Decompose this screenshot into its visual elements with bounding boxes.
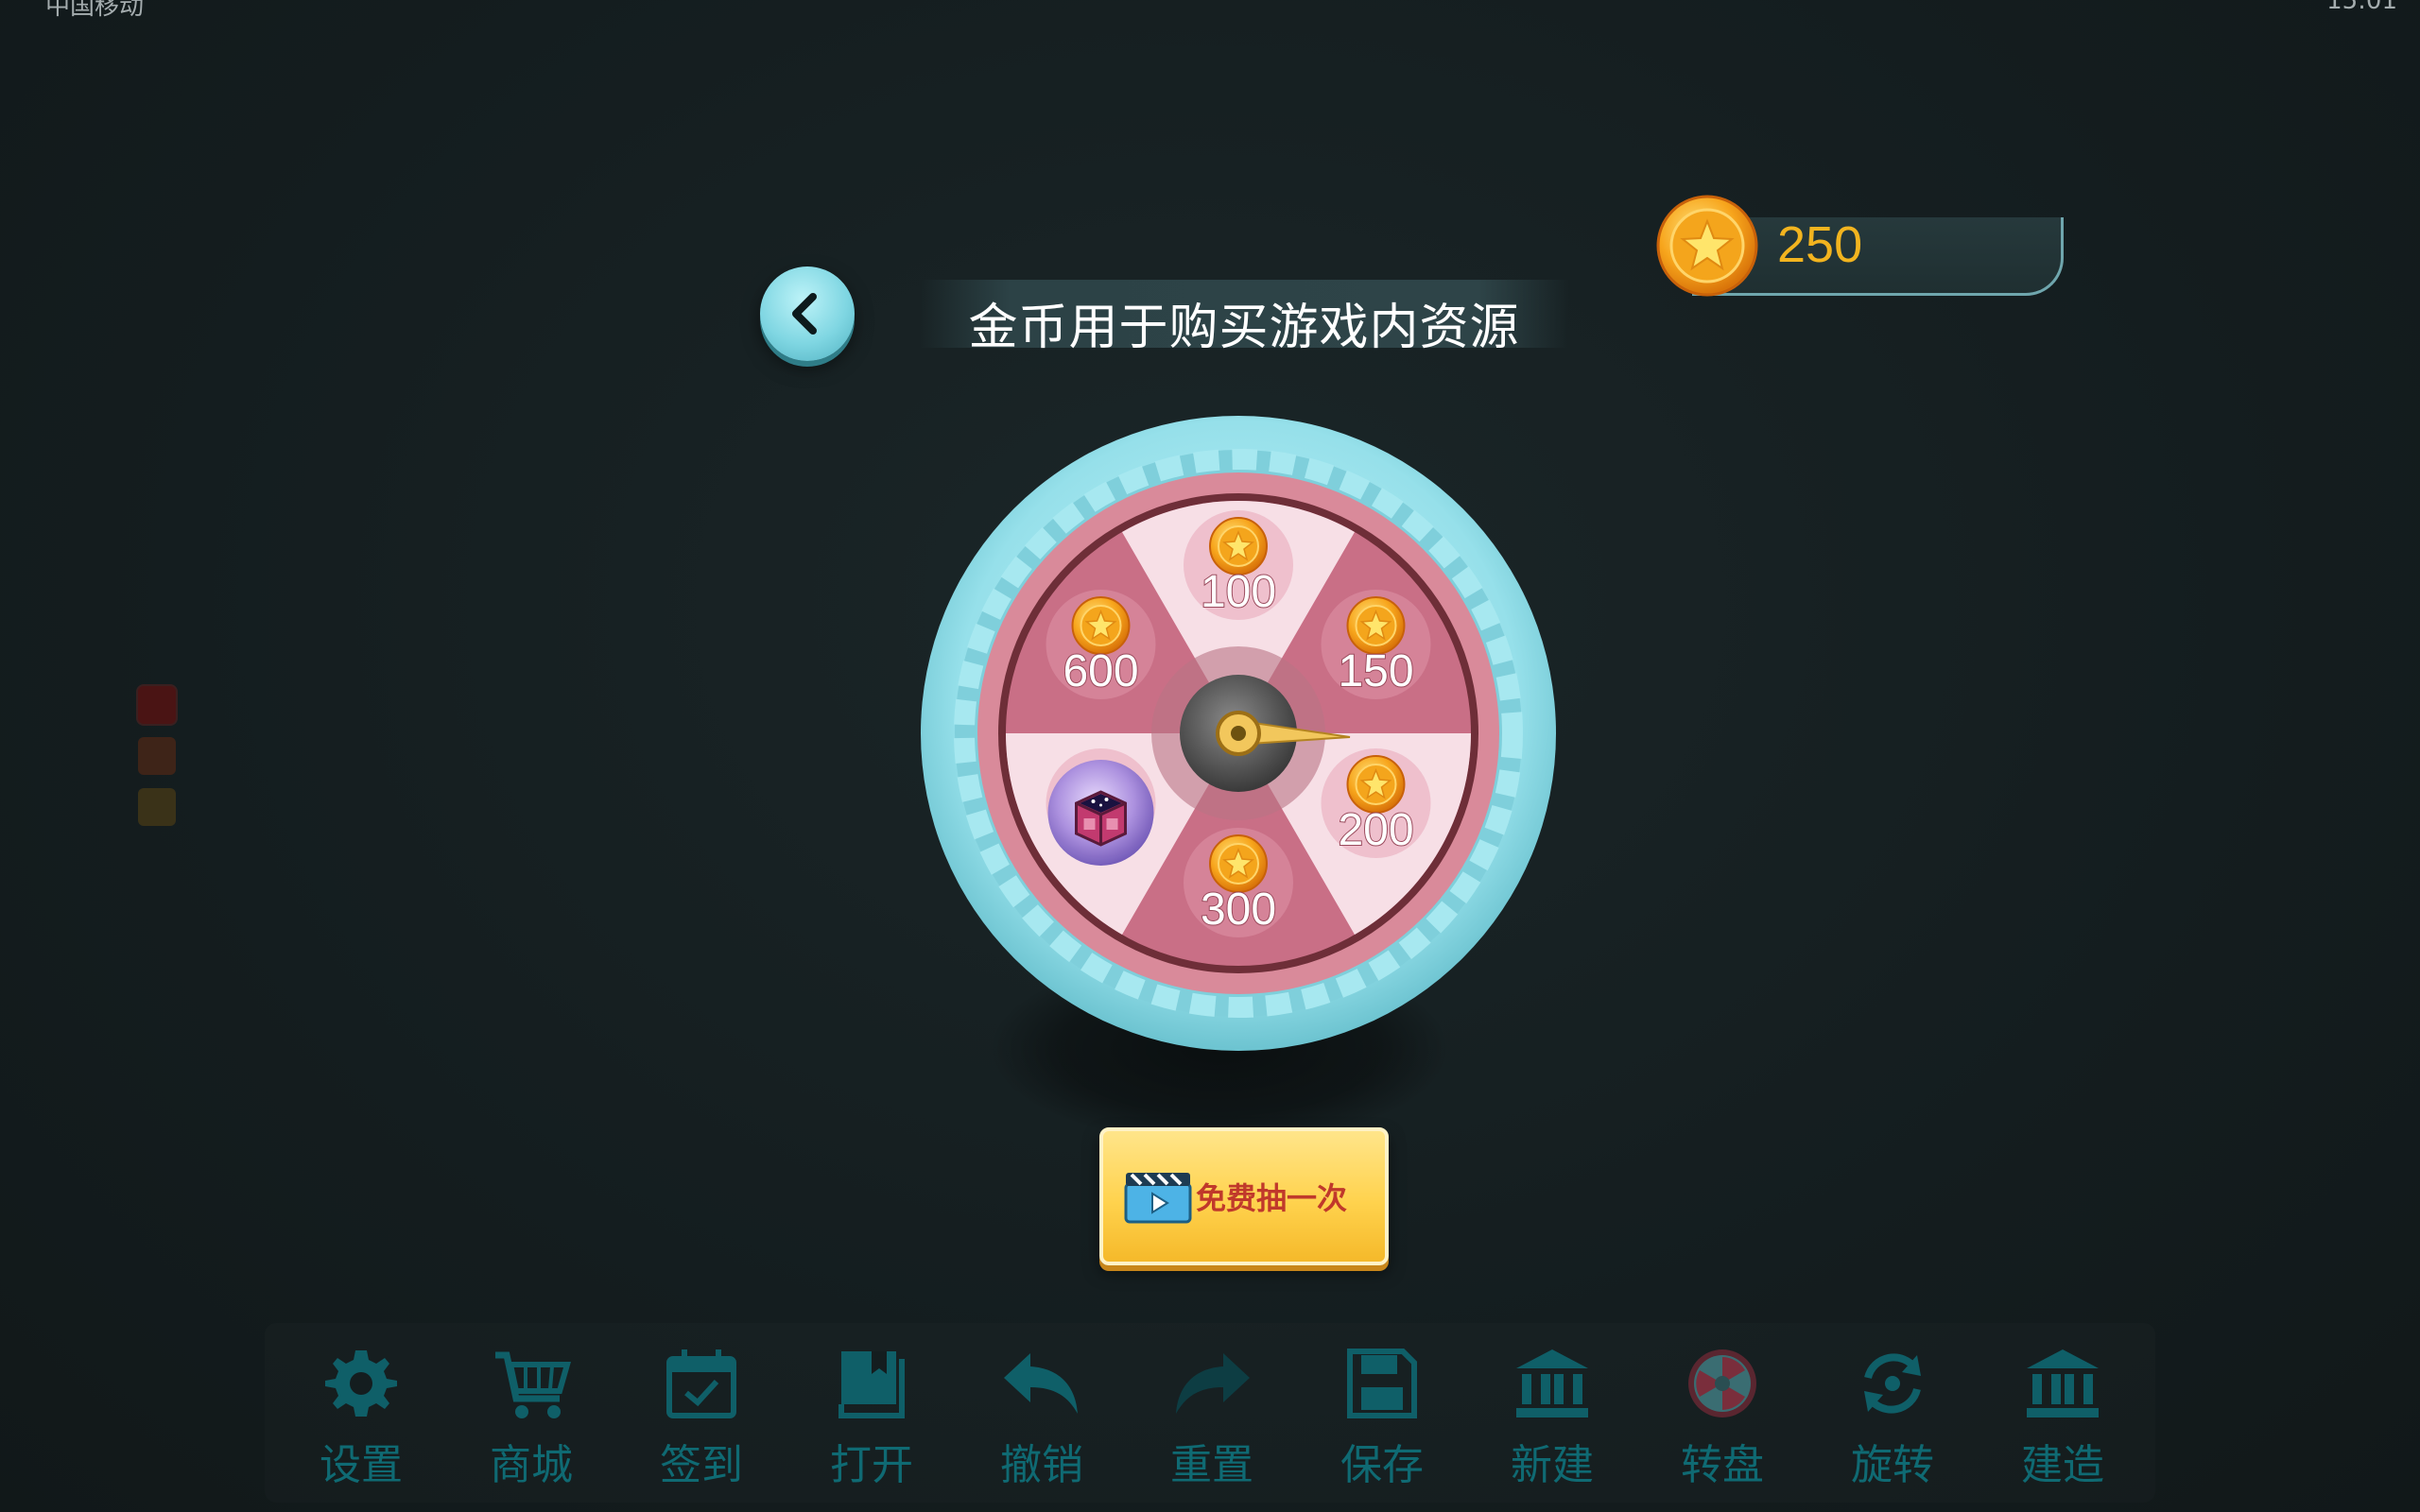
toolbar-item-label: 旋转 <box>1851 1441 1934 1489</box>
coin-balance: 250 <box>1777 216 1863 273</box>
status-bar: 中国移动 15:01 <box>0 0 2420 21</box>
wheel-segment-300: 300 <box>1184 828 1293 937</box>
rotate-icon <box>1822 1342 1963 1425</box>
toolbar-item-0[interactable]: 设置 <box>290 1342 432 1491</box>
title-banner: 金币用于购买游戏内资源 <box>919 280 1569 356</box>
coin-icon <box>1209 517 1268 576</box>
bank-icon <box>1992 1342 2134 1425</box>
toolbar-item-label: 签到 <box>660 1441 743 1489</box>
coin-icon <box>1346 596 1406 655</box>
toolbar-item-label: 打开 <box>830 1441 913 1489</box>
wheel-prize-value: 300 <box>1201 885 1276 935</box>
wheel-prize-value: 600 <box>1063 646 1138 696</box>
cart-icon <box>460 1342 602 1425</box>
prize-wheel[interactable]: 100 150 200 300 600 <box>917 412 1560 1055</box>
carrier-text: 中国移动 <box>45 0 145 21</box>
free-spin-button[interactable]: 免费抽一次 <box>1099 1127 1389 1265</box>
toolbar-item-label: 撤销 <box>1000 1441 1083 1489</box>
color-swatch-olive[interactable] <box>138 788 176 826</box>
wheel-segment-200: 200 <box>1321 748 1431 858</box>
toolbar-item-label: 建造 <box>2021 1441 2104 1489</box>
clock-text: 15:01 <box>2326 0 2397 15</box>
toolbar-item-label: 新建 <box>1511 1441 1594 1489</box>
wheel-prize-value: 200 <box>1338 805 1413 855</box>
toolbar-item-label: 保存 <box>1340 1441 1424 1489</box>
chevron-left-icon <box>792 293 817 335</box>
wheel-prize-value: 150 <box>1338 646 1413 696</box>
undo-icon <box>971 1342 1113 1425</box>
toolbar-item-5[interactable]: 重置 <box>1141 1342 1283 1491</box>
toolbar-item-7[interactable]: 新建 <box>1481 1342 1623 1491</box>
toolbar-item-2[interactable]: 签到 <box>631 1342 772 1491</box>
gift-box-icon <box>1047 760 1154 866</box>
toolbar-item-3[interactable]: 打开 <box>801 1342 942 1491</box>
page-title: 金币用于购买游戏内资源 <box>968 300 1520 356</box>
toolbar-item-10[interactable]: 建造 <box>1992 1342 2134 1491</box>
gear-icon <box>290 1342 432 1425</box>
redo-icon <box>1141 1342 1283 1425</box>
toolbar-item-6[interactable]: 保存 <box>1311 1342 1453 1491</box>
toolbar-item-label: 重置 <box>1170 1441 1253 1489</box>
color-swatch-brown[interactable] <box>138 737 176 775</box>
wheel-segment-gift <box>1046 748 1156 866</box>
coin-icon <box>1656 195 1758 297</box>
wheel-prize-value: 100 <box>1201 567 1276 617</box>
color-swatch-red[interactable] <box>138 686 176 724</box>
wheel-segment-100: 100 <box>1184 510 1293 620</box>
toolbar-item-label: 商城 <box>490 1441 573 1489</box>
coin-icon <box>1209 834 1268 893</box>
wheel-segment-600: 600 <box>1046 590 1156 699</box>
back-button[interactable] <box>760 266 855 361</box>
free-spin-label: 免费抽一次 <box>1196 1180 1348 1216</box>
toolbar-item-4[interactable]: 撤销 <box>971 1342 1113 1491</box>
bank-icon <box>1481 1342 1623 1425</box>
wheel-segment-150: 150 <box>1321 590 1431 699</box>
toolbar-item-label: 转盘 <box>1681 1441 1764 1489</box>
toolbar-item-9[interactable]: 旋转 <box>1822 1342 1963 1491</box>
video-play-icon <box>1124 1173 1192 1224</box>
toolbar-item-8[interactable]: 转盘 <box>1651 1342 1793 1491</box>
floppy-disk-icon <box>1311 1342 1453 1425</box>
calendar-check-icon <box>631 1342 772 1425</box>
toolbar-item-1[interactable]: 商城 <box>460 1342 602 1491</box>
coin-icon <box>1346 755 1406 814</box>
toolbar-item-label: 设置 <box>320 1441 403 1489</box>
book-icon <box>801 1342 942 1425</box>
spin-wheel-icon <box>1651 1342 1793 1425</box>
coin-icon <box>1071 596 1131 655</box>
